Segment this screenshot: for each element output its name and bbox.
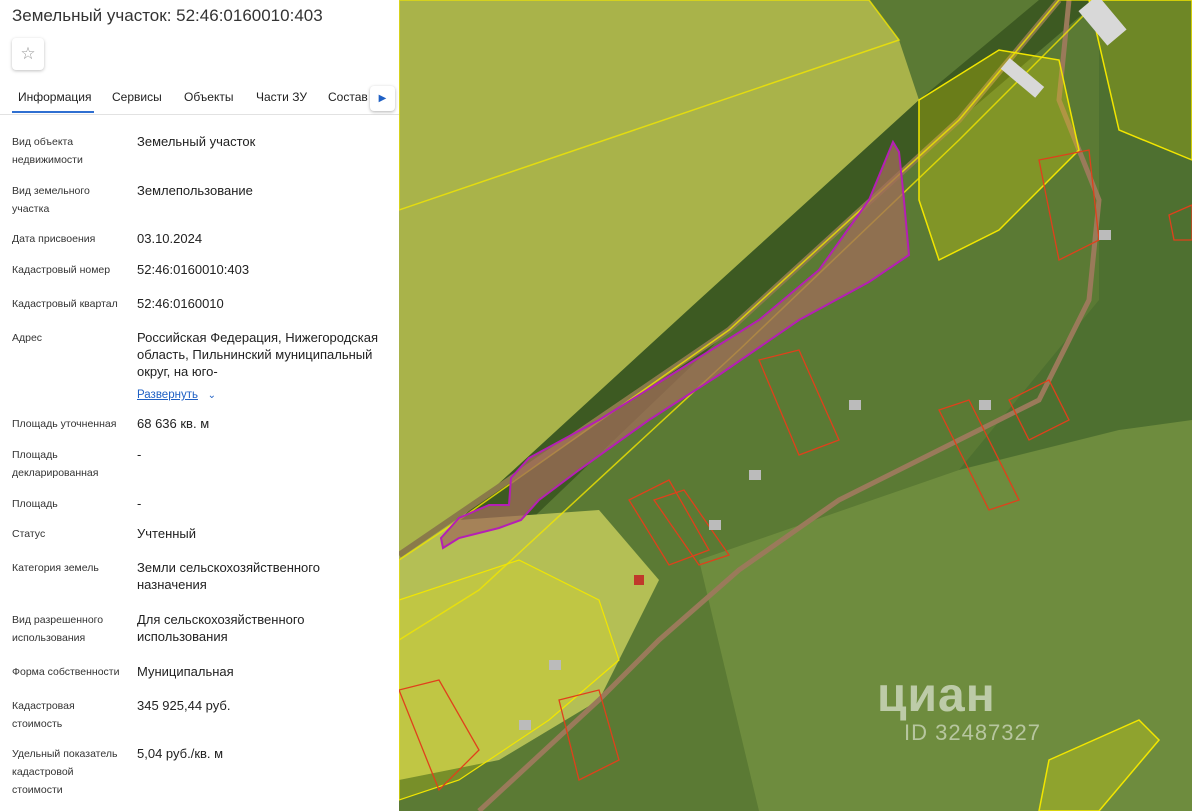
expand-address-link-wrap[interactable]: Развернуть ⌄ xyxy=(137,385,392,404)
field-value-area-declared: - xyxy=(137,447,142,462)
star-icon: ☆ xyxy=(20,44,36,63)
field-value-area: - xyxy=(137,496,142,511)
tab-composition[interactable]: Состав xyxy=(328,90,368,104)
tab-parts[interactable]: Части ЗУ xyxy=(256,90,307,104)
expand-address-link[interactable]: Развернуть xyxy=(137,389,198,401)
field-label-land-category: Категория земель xyxy=(12,562,99,574)
field-label-area: Площадь xyxy=(12,498,58,510)
field-label-cadastral-value: Кадастровая стоимость xyxy=(12,700,75,730)
tab-info[interactable]: Информация xyxy=(18,90,91,104)
watermark-text: циан xyxy=(877,669,996,722)
field-value-land-type: Землепользование xyxy=(137,183,253,198)
watermark-id: ID 32487327 xyxy=(904,720,1041,745)
field-value-ownership: Муниципальная xyxy=(137,664,234,679)
caret-right-icon: ▶ xyxy=(378,93,387,104)
field-label-ownership: Форма собственности xyxy=(12,666,120,678)
field-value-area-specified: 68 636 кв. м xyxy=(137,416,210,431)
field-value-specific-value: 5,04 руб./кв. м xyxy=(137,746,224,761)
field-label-area-specified: Площадь уточненная xyxy=(12,418,117,430)
field-label-area-declared: Площадь декларированная xyxy=(12,449,99,479)
chevron-down-icon: ⌄ xyxy=(207,390,216,401)
field-value-cadastral-number: 52:46:0160010:403 xyxy=(137,262,250,277)
field-value-permitted-use: Для сельскохозяйственного использования xyxy=(137,612,305,644)
field-value-assign-date: 03.10.2024 xyxy=(137,231,203,246)
field-value-address: Российская Федерация, Нижегородская обла… xyxy=(137,330,379,379)
field-label-status: Статус xyxy=(12,528,46,540)
field-label-specific-value: Удельный показатель кадастровой стоимост… xyxy=(12,748,118,796)
tab-services[interactable]: Сервисы xyxy=(112,90,162,104)
field-label-object-type: Вид объекта недвижимости xyxy=(12,136,83,166)
field-label-assign-date: Дата присвоения xyxy=(12,233,96,245)
favorite-button[interactable]: ☆ xyxy=(12,38,44,70)
tabs-scroll-right-button[interactable]: ▶ xyxy=(370,86,395,111)
field-label-address: Адрес xyxy=(12,332,43,344)
field-label-permitted-use: Вид разрешенного использования xyxy=(12,614,104,644)
field-label-land-type: Вид земельного участка xyxy=(12,185,90,215)
field-label-cadastral-number: Кадастровый номер xyxy=(12,264,111,276)
field-value-object-type: Земельный участок xyxy=(137,134,256,149)
map-view[interactable]: циан ID 32487327 xyxy=(399,0,1192,811)
page-title: Земельный участок: 52:46:0160010:403 xyxy=(12,6,323,25)
satellite-map[interactable] xyxy=(399,0,1192,811)
tab-bar: Информация Сервисы Объекты Части ЗУ Сост… xyxy=(0,86,399,115)
field-value-land-category: Земли сельскохозяйственного назначения xyxy=(137,560,320,592)
tab-objects[interactable]: Объекты xyxy=(184,90,234,104)
field-value-cadastral-value: 345 925,44 руб. xyxy=(137,698,231,713)
field-label-cadastral-quarter: Кадастровый квартал xyxy=(12,298,118,310)
info-panel: Земельный участок: 52:46:0160010:403 ☆ И… xyxy=(0,0,399,811)
field-value-status: Учтенный xyxy=(137,526,197,541)
field-value-cadastral-quarter: 52:46:0160010 xyxy=(137,296,224,311)
active-tab-indicator xyxy=(12,111,94,113)
